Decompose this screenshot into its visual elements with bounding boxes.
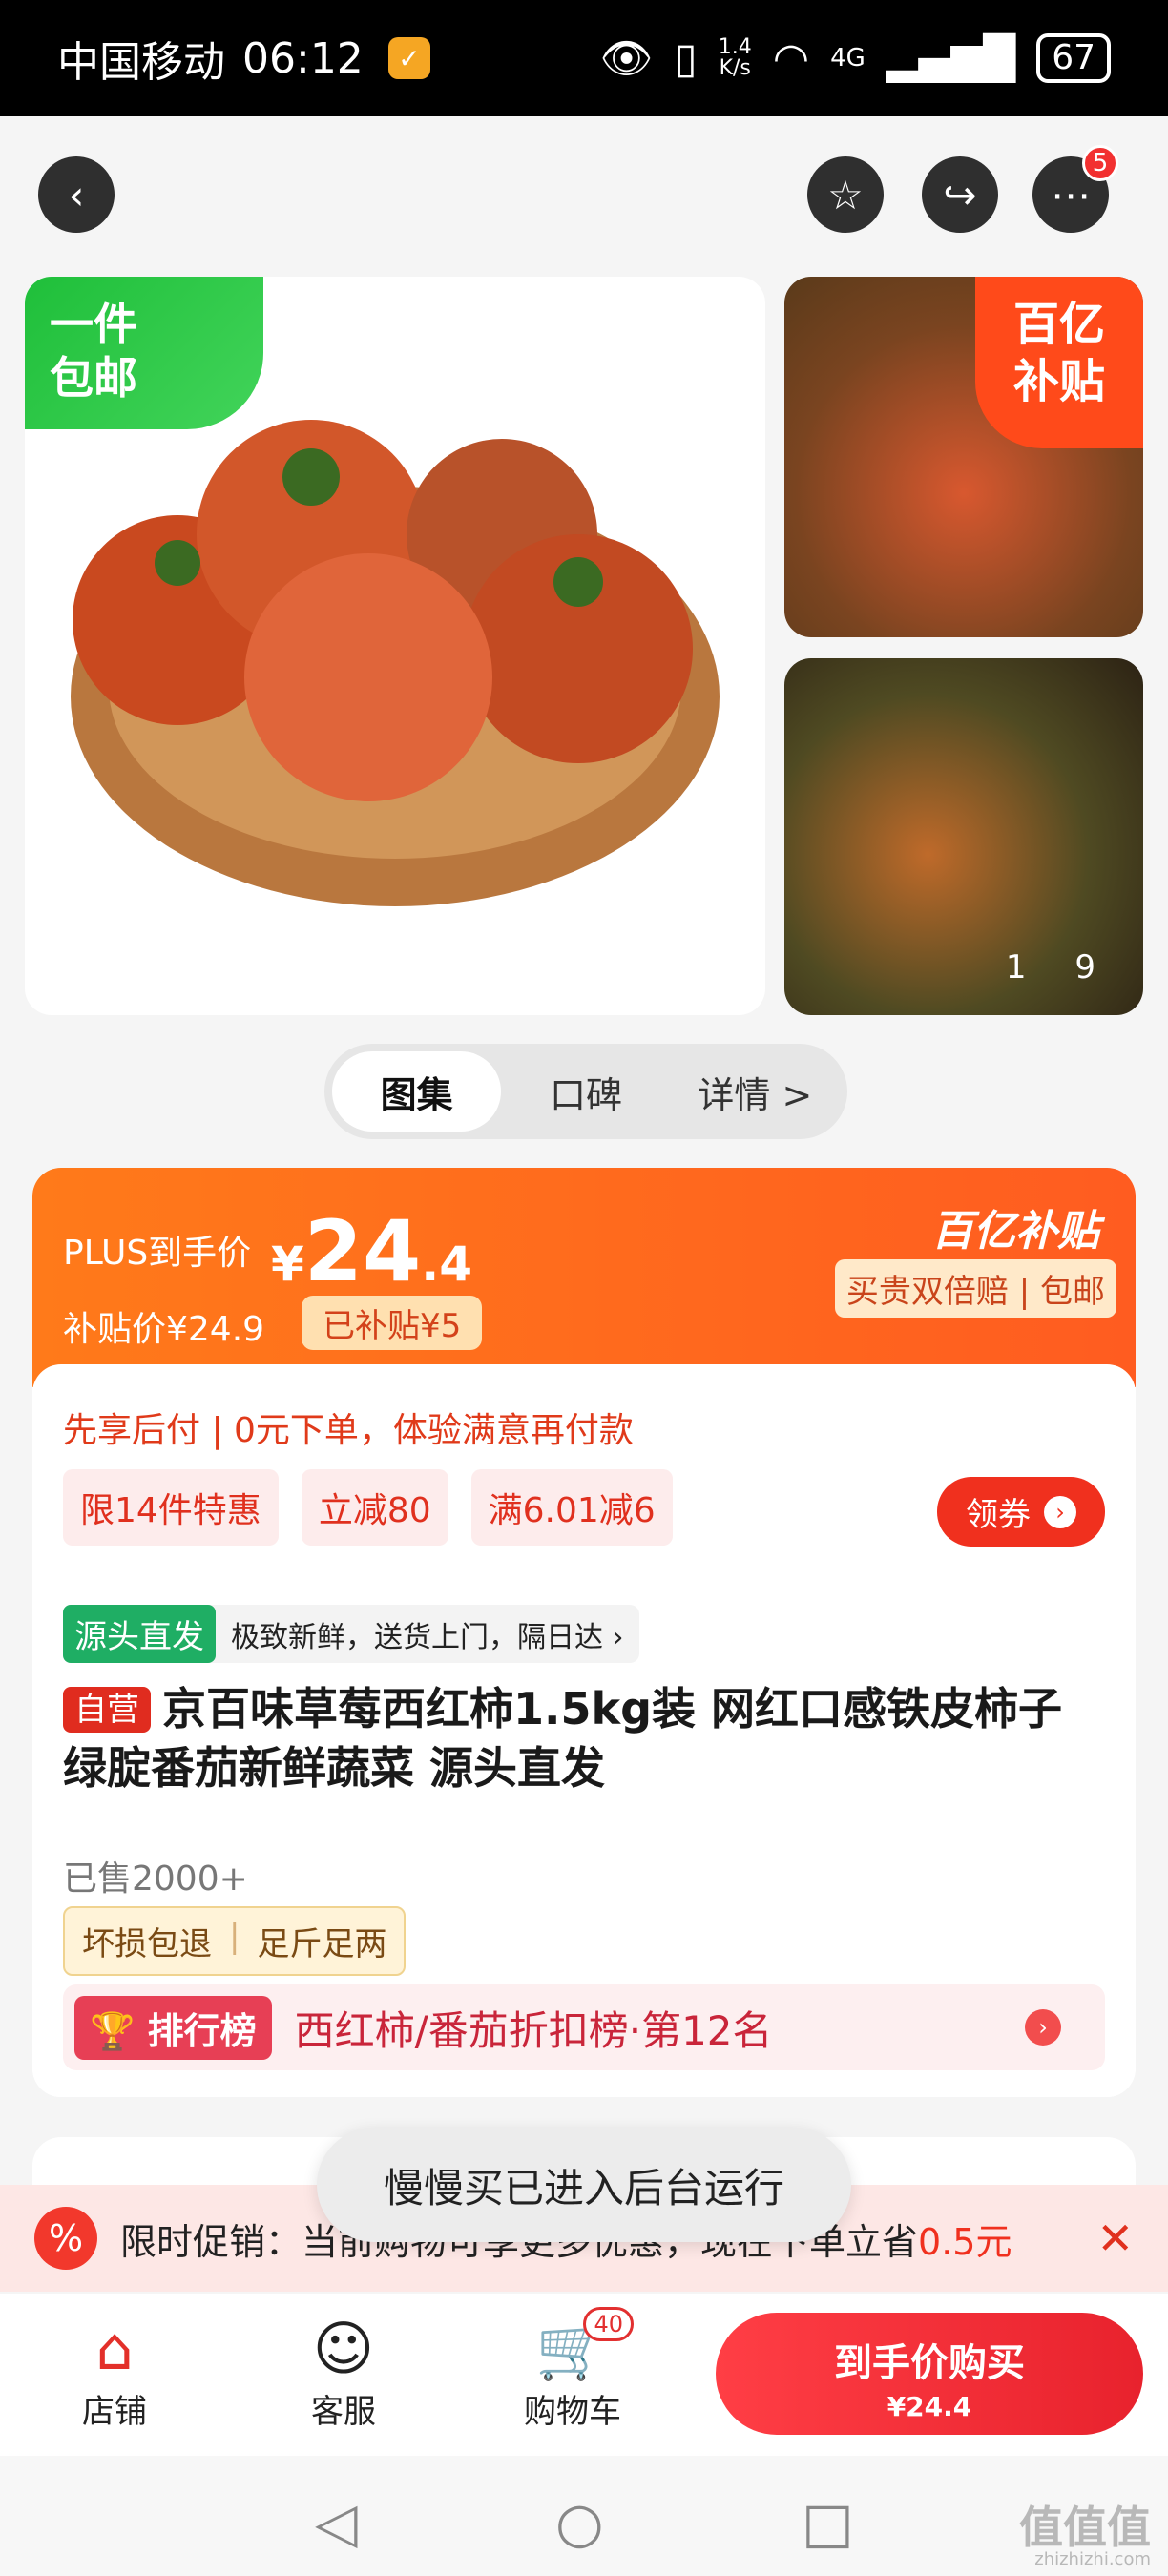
source-direct-row[interactable]: 源头直发 极致新鲜，送货上门，隔日达 › (63, 1605, 639, 1663)
image-counter: 1 9 (1005, 948, 1115, 987)
tab-gallery[interactable]: 图集 (332, 1051, 502, 1132)
free-shipping-tag: 一件 包邮 (25, 277, 263, 429)
product-title: 自营 京百味草莓西红柿1.5kg装 网红口感铁皮柿子绿腚番茄新鲜蔬菜 源头直发 (63, 1683, 1063, 1794)
thumbnail-2[interactable]: 1 9 (784, 658, 1143, 1015)
final-price: ¥24.4 (271, 1202, 473, 1300)
sold-count: 已售2000+ (63, 1859, 248, 1899)
promo-chip[interactable]: 立减80 (301, 1469, 448, 1546)
nav-back-icon[interactable]: ◁ (315, 2490, 358, 2555)
tab-details[interactable]: 详情 > (671, 1051, 840, 1132)
get-coupon-button[interactable]: 领券 › (937, 1477, 1105, 1547)
nav-home-icon[interactable]: ○ (555, 2490, 604, 2555)
favorite-button[interactable]: ☆ (807, 156, 884, 233)
discount-icon: % (34, 2207, 97, 2270)
bottom-action-bar: ⌂ 店铺 ☺ 客服 🛒 40 购物车 到手价购买 ¥24.4 (0, 2294, 1168, 2456)
clock: 06:12 (242, 33, 364, 83)
ranking-row[interactable]: 🏆 排行榜 西红柿/番茄折扣榜·第12名 › (63, 1984, 1105, 2070)
ranking-tag: 🏆 排行榜 (74, 1995, 272, 2060)
subsidy-tag: 百亿 补贴 (975, 277, 1143, 448)
content-tabs: 图集 口碑 详情 > (324, 1044, 847, 1139)
pay-later-info[interactable]: 先享后付 | 0元下单，体验满意再付款 (63, 1402, 634, 1452)
app-notification-icon: ✓ (387, 37, 430, 79)
share-icon: ↪ (943, 171, 977, 218)
source-tag: 源头直发 (63, 1605, 216, 1663)
promo-chip[interactable]: 满6.01减6 (470, 1469, 673, 1546)
signal-icon: ▂▄▆█ (886, 33, 1016, 83)
ranking-text: 西红柿/番茄折扣榜·第12名 (294, 2006, 773, 2054)
vibrate-icon: ▯ (674, 33, 698, 83)
main-product-image[interactable]: 一件 包邮 (25, 277, 765, 1015)
source-text: 极致新鲜，送货上门，隔日达 › (231, 1620, 624, 1654)
more-icon: ⋯ (1051, 171, 1091, 218)
price-card: PLUS到手价 ¥24.4 补贴价¥24.9 已补贴¥5 百亿补贴 买贵双倍赔 … (32, 1168, 1136, 2097)
chevron-right-icon: › (1025, 2009, 1061, 2046)
chevron-left-icon: ‹ (68, 171, 85, 218)
self-operated-tag: 自营 (63, 1687, 151, 1733)
price-header: PLUS到手价 ¥24.4 补贴价¥24.9 已补贴¥5 百亿补贴 买贵双倍赔 … (32, 1168, 1136, 1387)
subsidy-price: 补贴价¥24.9 (63, 1310, 265, 1349)
cart-button[interactable]: 🛒 40 购物车 (506, 2307, 639, 2432)
watermark: 值值值 zhizhizhi.com (1019, 2502, 1151, 2569)
network-speed: 1.4 K/s (718, 35, 752, 80)
subsidy-guarantee: 买贵双倍赔 | 包邮 (834, 1259, 1116, 1318)
battery-indicator: 67 (1036, 33, 1111, 83)
thumbnail-1[interactable]: 百亿 补贴 (784, 277, 1143, 637)
more-badge: 5 (1082, 145, 1118, 181)
status-bar: 中国移动 06:12 ✓ 👁 ▯ 1.4 K/s ◠ 4G ▂▄▆█ 67 (0, 0, 1168, 116)
promo-chips: 限14件特惠 立减80 满6.01减6 (63, 1469, 673, 1546)
back-button[interactable]: ‹ (38, 156, 115, 233)
store-button[interactable]: ⌂ 店铺 (48, 2313, 181, 2432)
product-info: 先享后付 | 0元下单，体验满意再付款 限14件特惠 立减80 满6.01减6 … (32, 1364, 1136, 2097)
wifi-icon: ◠ (772, 33, 810, 83)
promo-chip[interactable]: 限14件特惠 (63, 1469, 279, 1546)
close-icon[interactable]: ✕ (1096, 2212, 1134, 2264)
subsidy-brand[interactable]: 百亿补贴 (931, 1196, 1099, 1257)
tab-reviews[interactable]: 口碑 (501, 1051, 670, 1132)
toast-message: 慢慢买已进入后台运行 (317, 2128, 851, 2242)
service-guarantee[interactable]: 坏损包退 | 足斤足两 (63, 1906, 407, 1976)
top-action-bar: ‹ ☆ ↪ ⋯ 5 (0, 116, 1168, 269)
smile-icon: ☺ (312, 2314, 375, 2383)
star-icon: ☆ (827, 171, 864, 218)
share-button[interactable]: ↪ (922, 156, 998, 233)
buy-now-button[interactable]: 到手价购买 ¥24.4 (716, 2313, 1143, 2435)
chevron-right-icon: › (1044, 1495, 1076, 1528)
subsidized-chip: 已补贴¥5 (302, 1296, 483, 1350)
product-gallery: 一件 包邮 百亿 补贴 1 9 (25, 277, 1168, 1021)
more-button[interactable]: ⋯ 5 (1032, 145, 1118, 233)
nav-recents-icon[interactable]: □ (802, 2490, 854, 2555)
network-type: 4G (830, 44, 866, 73)
trophy-icon: 🏆 (90, 2009, 136, 2052)
carrier: 中国移动 (57, 38, 225, 87)
cart-badge: 40 (583, 2307, 634, 2341)
plus-price-label: PLUS到手价 (63, 1234, 252, 1273)
eye-icon: 👁 (599, 34, 654, 83)
store-icon: ⌂ (95, 2314, 134, 2383)
customer-service-button[interactable]: ☺ 客服 (277, 2313, 410, 2432)
system-nav-bar: ◁ ○ □ 值值值 zhizhizhi.com (0, 2456, 1168, 2576)
